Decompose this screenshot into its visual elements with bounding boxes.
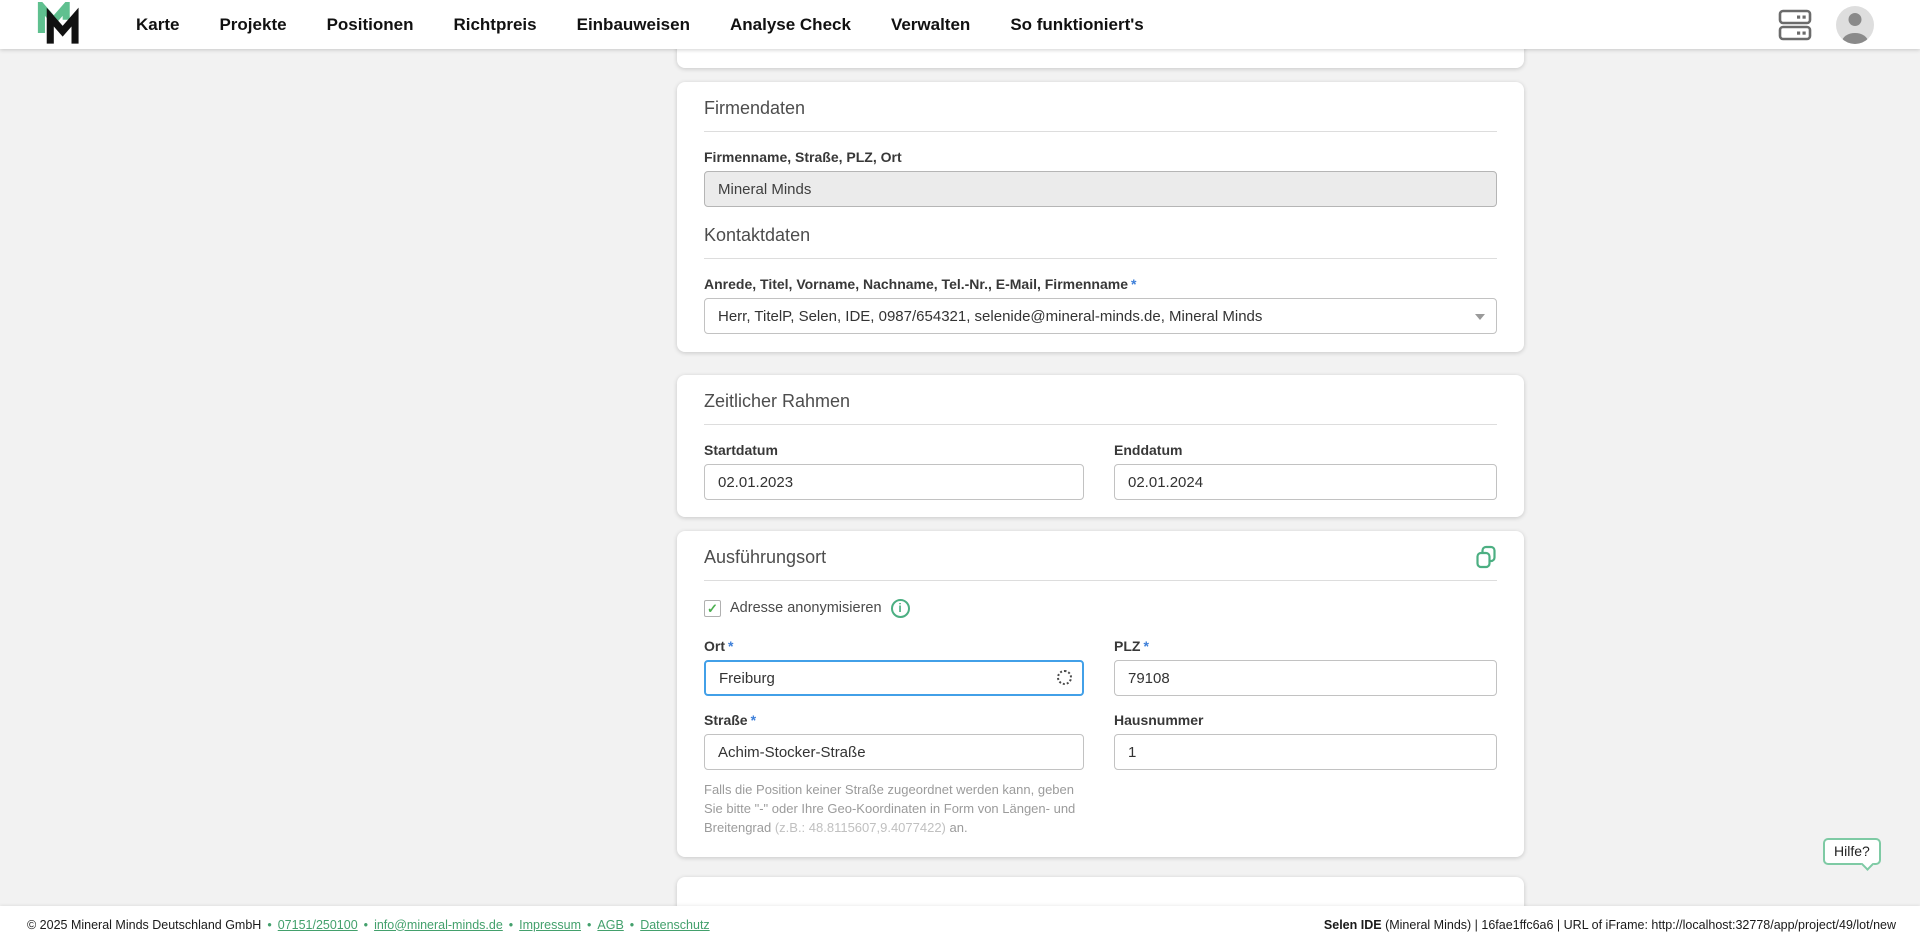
footer-status: Selen IDE (Mineral Minds) | 16fae1ffc6a6… bbox=[1324, 918, 1896, 932]
nav-item-so-funktionierts[interactable]: So funktioniert's bbox=[1010, 15, 1143, 35]
nav-item-positionen[interactable]: Positionen bbox=[327, 15, 414, 35]
footer-link-impressum[interactable]: Impressum bbox=[519, 918, 581, 932]
anonymize-label: Adresse anonymisieren bbox=[730, 600, 882, 616]
hint-line3-prefix: Breitengrad bbox=[704, 820, 775, 835]
kontakt-select[interactable]: Herr, TitelP, Selen, IDE, 0987/654321, s… bbox=[704, 298, 1497, 334]
strasse-input[interactable] bbox=[704, 734, 1084, 770]
user-avatar-icon[interactable] bbox=[1836, 6, 1874, 44]
ort-label: Ort* bbox=[704, 638, 1084, 655]
section-divider bbox=[704, 131, 1497, 132]
enddatum-input[interactable] bbox=[1114, 464, 1497, 500]
execution-location-card: Ausführungsort ✓ Adresse anonymisieren i bbox=[677, 531, 1524, 857]
timeframe-card: Zeitlicher Rahmen Startdatum Enddatum bbox=[677, 375, 1524, 517]
status-ide-name: Selen IDE bbox=[1324, 918, 1382, 932]
ausfuehrungsort-heading: Ausführungsort bbox=[704, 547, 826, 568]
required-marker: * bbox=[728, 638, 733, 654]
info-icon[interactable]: i bbox=[891, 599, 910, 618]
ort-label-text: Ort bbox=[704, 638, 725, 654]
plz-label-text: PLZ bbox=[1114, 638, 1140, 654]
startdatum-label: Startdatum bbox=[704, 442, 1084, 459]
section-divider bbox=[704, 258, 1497, 259]
company-data-card: Firmendaten Firmenname, Straße, PLZ, Ort… bbox=[677, 82, 1524, 352]
street-hint-text: Falls die Position keiner Straße zugeord… bbox=[704, 780, 1086, 837]
footer-link-phone[interactable]: 07151/250100 bbox=[278, 918, 358, 932]
separator-dot: • bbox=[509, 918, 513, 932]
footer-link-datenschutz[interactable]: Datenschutz bbox=[640, 918, 709, 932]
separator-dot: • bbox=[630, 918, 634, 932]
strasse-label-text: Straße bbox=[704, 712, 748, 728]
footer-bar: © 2025 Mineral Minds Deutschland GmbH • … bbox=[0, 906, 1920, 943]
hint-coordinates-example: (z.B.: 48.8115607,9.4077422) bbox=[775, 820, 946, 835]
kontakt-label-text: Anrede, Titel, Vorname, Nachname, Tel.-N… bbox=[704, 276, 1128, 292]
logo-icon bbox=[37, 2, 83, 48]
section-divider bbox=[704, 424, 1497, 425]
firmendaten-heading: Firmendaten bbox=[704, 98, 1497, 119]
firmenname-input[interactable] bbox=[704, 171, 1497, 207]
nav-item-verwalten[interactable]: Verwalten bbox=[891, 15, 970, 35]
footer-legal: © 2025 Mineral Minds Deutschland GmbH • … bbox=[27, 918, 710, 932]
mineral-minds-logo[interactable] bbox=[37, 2, 83, 48]
hint-line3-suffix: an. bbox=[946, 820, 968, 835]
help-button[interactable]: Hilfe? bbox=[1823, 838, 1881, 865]
required-marker: * bbox=[1143, 638, 1148, 654]
plz-label: PLZ* bbox=[1114, 638, 1497, 655]
strasse-label: Straße* bbox=[704, 712, 1084, 729]
hausnummer-label: Hausnummer bbox=[1114, 712, 1497, 729]
footer-link-email[interactable]: info@mineral-minds.de bbox=[374, 918, 503, 932]
nav-item-richtpreis[interactable]: Richtpreis bbox=[453, 15, 536, 35]
hint-line2: Sie bitte "-" oder Ihre Geo-Koordinaten … bbox=[704, 801, 1075, 816]
hint-line1: Falls die Position keiner Straße zugeord… bbox=[704, 782, 1074, 797]
hausnummer-input[interactable] bbox=[1114, 734, 1497, 770]
required-marker: * bbox=[1131, 276, 1136, 292]
checkmark-icon: ✓ bbox=[707, 602, 718, 615]
top-navbar: Karte Projekte Positionen Richtpreis Ein… bbox=[0, 0, 1920, 49]
anonymize-checkbox[interactable]: ✓ bbox=[704, 600, 721, 617]
plz-input[interactable] bbox=[1114, 660, 1497, 696]
separator-dot: • bbox=[364, 918, 368, 932]
copyright-text: © 2025 Mineral Minds Deutschland GmbH bbox=[27, 918, 261, 932]
kontaktdaten-heading: Kontaktdaten bbox=[704, 225, 1497, 246]
nav-item-projekte[interactable]: Projekte bbox=[219, 15, 286, 35]
help-bubble-tail bbox=[1861, 858, 1874, 871]
required-marker: * bbox=[751, 712, 756, 728]
zeitlicher-rahmen-heading: Zeitlicher Rahmen bbox=[704, 391, 1497, 412]
help-button-label: Hilfe? bbox=[1834, 843, 1870, 859]
firmenname-label-text: Firmenname, Straße, PLZ, Ort bbox=[704, 149, 902, 165]
enddatum-label: Enddatum bbox=[1114, 442, 1497, 459]
copy-icon[interactable] bbox=[1475, 545, 1497, 569]
server-stack-icon[interactable] bbox=[1778, 9, 1812, 41]
separator-dot: • bbox=[587, 918, 591, 932]
section-divider bbox=[704, 580, 1497, 581]
nav-item-analyse-check[interactable]: Analyse Check bbox=[730, 15, 851, 35]
startdatum-input[interactable] bbox=[704, 464, 1084, 500]
main-navigation: Karte Projekte Positionen Richtpreis Ein… bbox=[136, 15, 1144, 35]
info-glyph: i bbox=[898, 601, 901, 615]
separator-dot: • bbox=[267, 918, 271, 932]
footer-link-agb[interactable]: AGB bbox=[597, 918, 623, 932]
nav-item-karte[interactable]: Karte bbox=[136, 15, 179, 35]
loading-spinner-icon bbox=[1057, 670, 1072, 685]
nav-item-einbauweisen[interactable]: Einbauweisen bbox=[577, 15, 690, 35]
firmenname-label: Firmenname, Straße, PLZ, Ort bbox=[704, 149, 1497, 166]
avatar-head bbox=[1849, 13, 1862, 26]
avatar-body bbox=[1842, 33, 1868, 44]
status-details: (Mineral Minds) | 16fae1ffc6a6 | URL of … bbox=[1382, 918, 1896, 932]
ort-input[interactable] bbox=[704, 660, 1084, 696]
kontakt-label: Anrede, Titel, Vorname, Nachname, Tel.-N… bbox=[704, 276, 1497, 293]
